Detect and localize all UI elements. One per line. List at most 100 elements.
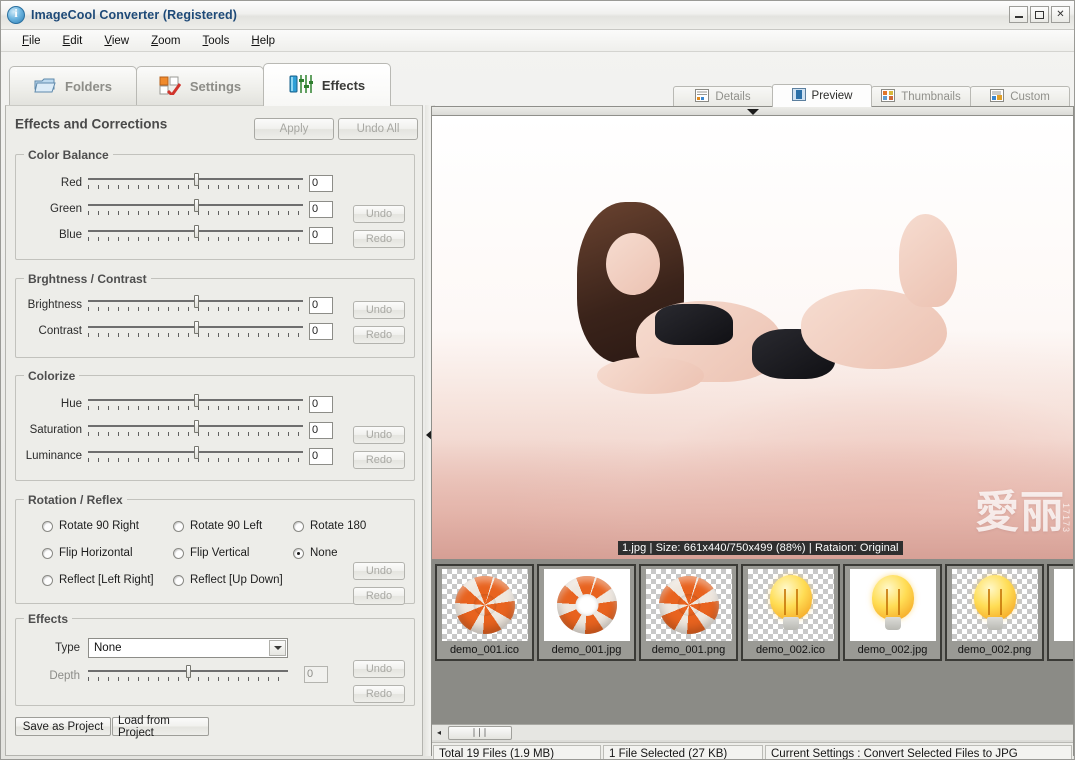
tab-folders[interactable]: Folders [9, 66, 137, 106]
window-title: ImageCool Converter (Registered) [31, 8, 238, 22]
photo-watermark-side: 17173 [1061, 502, 1071, 533]
tab-preview[interactable]: Preview [772, 84, 872, 107]
effects-redo-button[interactable]: Redo [353, 685, 405, 703]
slider-luminance[interactable] [88, 446, 303, 466]
status-total-files: Total 19 Files (1.9 MB) [433, 745, 601, 759]
slider-thumb[interactable] [194, 225, 199, 238]
radio-flip-horizontal[interactable]: Flip Horizontal [42, 547, 133, 559]
slider-brightness[interactable] [88, 295, 303, 315]
thumbnail-item[interactable]: demo_002.png [945, 564, 1044, 661]
slider-thumb[interactable] [194, 420, 199, 433]
group-brightness-contrast-legend: Brghtness / Contrast [24, 272, 151, 286]
thumbnail-item[interactable]: dem [1047, 564, 1073, 661]
slider-thumb[interactable] [194, 295, 199, 308]
rotation-redo-button[interactable]: Redo [353, 587, 405, 605]
radio-none[interactable]: None [293, 547, 338, 559]
image-preview[interactable]: 愛丽 17173 1.jpg | Size: 661x440/750x499 (… [432, 116, 1073, 559]
effects-undo-button[interactable]: Undo [353, 660, 405, 678]
color-balance-redo-button[interactable]: Redo [353, 230, 405, 248]
value-hue[interactable]: 0 [309, 395, 333, 413]
thumbnail-image [951, 569, 1038, 641]
radio-reflect-left-right[interactable]: Reflect [Left Right] [42, 574, 154, 586]
tab-custom[interactable]: Custom [970, 86, 1070, 107]
menu-item-zoom[interactable]: Zoom [140, 33, 191, 49]
tab-thumbnails-label: Thumbnails [901, 91, 961, 103]
load-from-project-button[interactable]: Load from Project [112, 715, 209, 739]
value-contrast[interactable]: 0 [309, 322, 333, 340]
effects-type-combo[interactable]: None [88, 638, 288, 658]
slider-depth[interactable] [88, 665, 288, 685]
undo-all-button[interactable]: Undo All [338, 118, 418, 140]
scroll-left-button[interactable]: ◂ [432, 726, 446, 740]
menu-item-view[interactable]: View [93, 33, 140, 49]
brightness-contrast-undo-button[interactable]: Undo [353, 301, 405, 319]
slider-thumb[interactable] [194, 321, 199, 334]
radio-dot-icon [42, 520, 53, 532]
tab-preview-label: Preview [811, 90, 853, 102]
slider-hue[interactable] [88, 394, 303, 414]
thumbnail-item[interactable]: demo_002.jpg [843, 564, 942, 661]
radio-rotate-180[interactable]: Rotate 180 [293, 520, 366, 532]
value-green[interactable]: 0 [309, 200, 333, 218]
value-saturation[interactable]: 0 [309, 421, 333, 439]
brightness-contrast-redo-button[interactable]: Redo [353, 326, 405, 344]
slider-blue[interactable] [88, 225, 303, 245]
menu-item-tools[interactable]: Tools [192, 33, 241, 49]
scrollbar-thumb[interactable]: ∣∣∣ [448, 725, 512, 740]
chevron-down-icon[interactable] [269, 640, 286, 656]
slider-saturation[interactable] [88, 420, 303, 440]
minimize-button[interactable] [1009, 6, 1028, 23]
menu-item-help[interactable]: Help [240, 33, 286, 49]
slider-label-luminance: Luminance [25, 450, 82, 462]
tab-settings[interactable]: Settings [136, 66, 264, 106]
slider-green[interactable] [88, 199, 303, 219]
thumbnail-scrollbar[interactable]: ◂ ∣∣∣ [432, 724, 1073, 740]
radio-label: Rotate 90 Right [59, 520, 139, 532]
radio-flip-vertical[interactable]: Flip Vertical [173, 547, 249, 559]
colorize-redo-button[interactable]: Redo [353, 451, 405, 469]
radio-rotate-90-right[interactable]: Rotate 90 Right [42, 520, 139, 532]
value-depth[interactable]: 0 [304, 666, 328, 683]
color-balance-undo-button[interactable]: Undo [353, 205, 405, 223]
photo-watermark: 愛丽 [975, 487, 1065, 538]
thumbnail-item[interactable]: demo_002.ico [741, 564, 840, 661]
horizontal-splitter[interactable] [432, 107, 1073, 116]
menu-item-edit[interactable]: Edit [52, 33, 94, 49]
tab-effects[interactable]: Effects [263, 63, 391, 106]
close-button[interactable]: ✕ [1051, 6, 1070, 23]
rotation-undo-button[interactable]: Undo [353, 562, 405, 580]
slider-label-brightness: Brightness [27, 299, 82, 311]
maximize-button[interactable] [1030, 6, 1049, 23]
tab-details[interactable]: Details [673, 86, 773, 107]
photo-subject [509, 196, 996, 506]
slider-thumb[interactable] [194, 173, 199, 186]
group-brightness-contrast: Brghtness / Contrast Brightness 0 Contra… [15, 272, 415, 358]
thumbnail-item[interactable]: demo_001.jpg [537, 564, 636, 661]
folder-icon [34, 76, 56, 97]
value-blue[interactable]: 0 [309, 226, 333, 244]
thumbnail-item[interactable]: demo_001.ico [435, 564, 534, 661]
thumbnail-item[interactable]: demo_001.png [639, 564, 738, 661]
radio-label: None [310, 547, 338, 559]
grid-thumbnails-icon [881, 89, 896, 105]
save-as-project-button[interactable]: Save as Project [15, 717, 111, 736]
slider-thumb[interactable] [194, 199, 199, 212]
slider-thumb[interactable] [194, 446, 199, 459]
value-brightness[interactable]: 0 [309, 296, 333, 314]
tab-thumbnails[interactable]: Thumbnails [871, 86, 971, 107]
radio-rotate-90-left[interactable]: Rotate 90 Left [173, 520, 262, 532]
radio-reflect-up-down[interactable]: Reflect [Up Down] [173, 574, 283, 586]
value-red[interactable]: 0 [309, 174, 333, 192]
tab-folders-label: Folders [65, 79, 112, 94]
menu-item-file[interactable]: File [11, 33, 52, 49]
value-luminance[interactable]: 0 [309, 447, 333, 465]
apply-button[interactable]: Apply [254, 118, 334, 140]
slider-thumb[interactable] [194, 394, 199, 407]
slider-contrast[interactable] [88, 321, 303, 341]
slider-red[interactable] [88, 173, 303, 193]
slider-label-contrast: Contrast [38, 325, 82, 337]
chevron-down-icon[interactable] [746, 109, 759, 115]
thumbnail-strip[interactable]: demo_001.ico demo_001.jpg demo_001.png d… [432, 559, 1073, 724]
slider-thumb[interactable] [186, 665, 191, 678]
colorize-undo-button[interactable]: Undo [353, 426, 405, 444]
